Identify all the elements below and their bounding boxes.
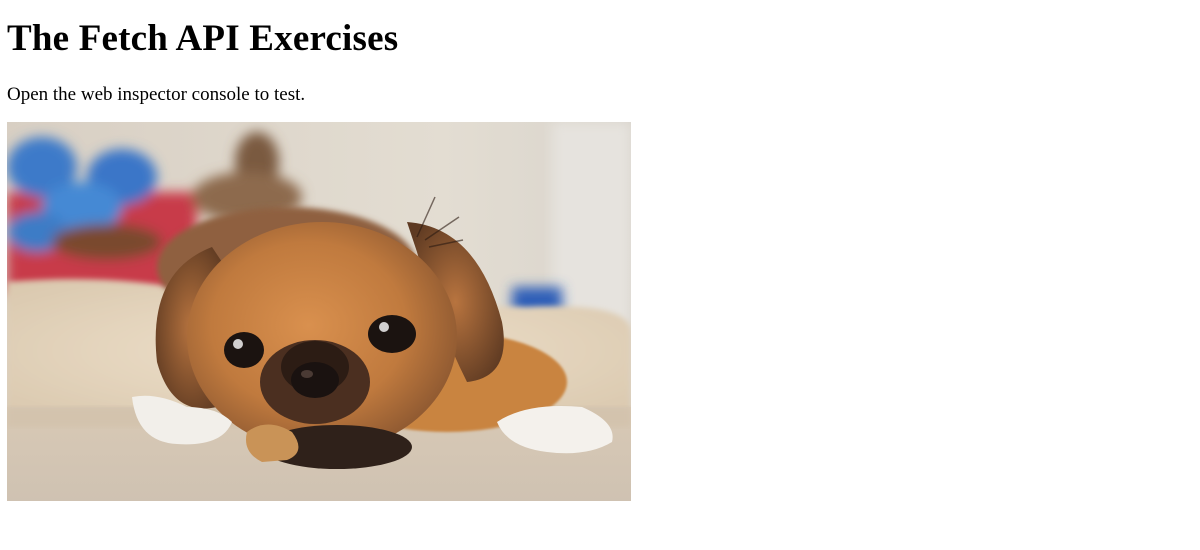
puppy-photo <box>7 122 631 502</box>
instructions-text: Open the web inspector console to test. <box>7 83 306 105</box>
page-content: The Fetch API Exercises Open the web ins… <box>0 0 1200 502</box>
page-title: The Fetch API Exercises <box>7 18 399 59</box>
